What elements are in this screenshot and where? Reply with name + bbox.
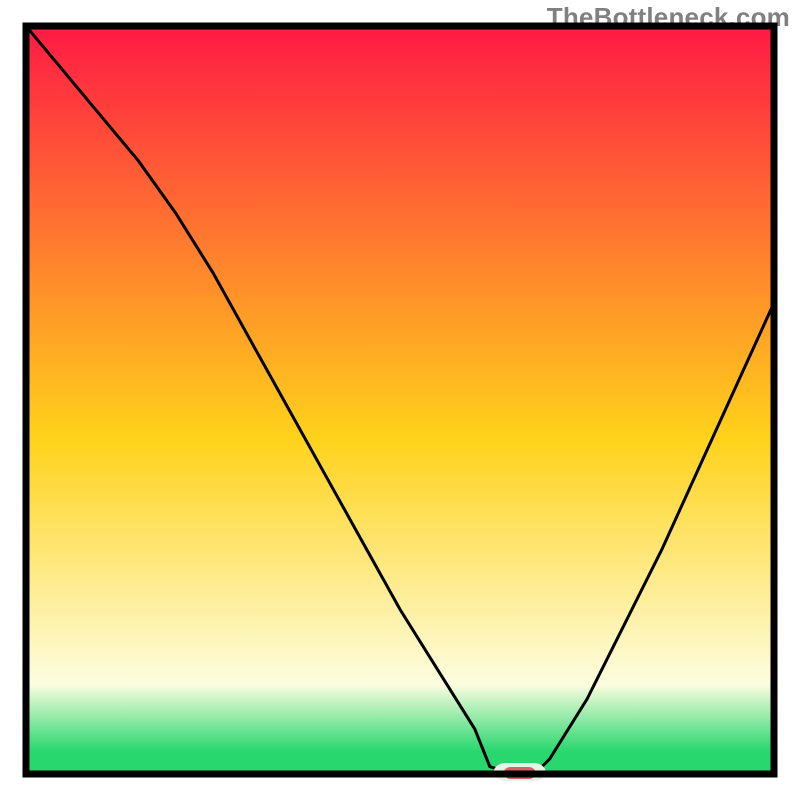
plot-background (26, 26, 774, 774)
bottleneck-chart (0, 0, 800, 800)
chart-container: TheBottleneck.com (0, 0, 800, 800)
